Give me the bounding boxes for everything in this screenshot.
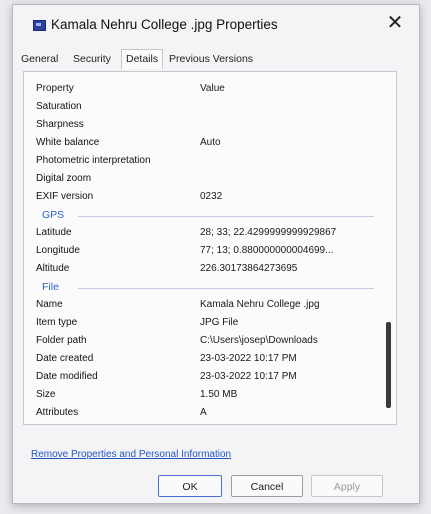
group-header-gps: GPS: [34, 206, 376, 224]
properties-dialog: Kamala Nehru College .jpg Properties ✕ G…: [12, 4, 420, 504]
property-row[interactable]: Sharpness: [34, 116, 376, 134]
group-header-file: File: [34, 278, 376, 296]
property-value: 23-03-2022 10:17 PM: [200, 353, 297, 364]
tab-bar: General Security Details Previous Versio…: [21, 49, 411, 71]
property-value: A: [200, 407, 207, 418]
property-value: Kamala Nehru College .jpg: [200, 299, 320, 310]
property-row[interactable]: Saturation: [34, 98, 376, 116]
divider: [78, 288, 374, 289]
property-value: 0232: [200, 191, 223, 202]
property-name: Saturation: [36, 101, 82, 112]
property-value: C:\Users\josep\Downloads: [200, 335, 318, 346]
property-name: Digital zoom: [36, 173, 92, 184]
tab-details[interactable]: Details: [121, 49, 164, 69]
property-value: 23-03-2022 10:17 PM: [200, 371, 297, 382]
property-row[interactable]: Name Kamala Nehru College .jpg: [34, 296, 376, 314]
property-name: Date created: [36, 353, 94, 364]
cancel-button[interactable]: Cancel: [231, 475, 303, 497]
apply-button[interactable]: Apply: [311, 475, 383, 497]
property-name: EXIF version: [36, 191, 94, 202]
details-panel: Property Value Saturation Sharpness White …: [23, 71, 397, 425]
property-name: Longitude: [36, 245, 80, 256]
remove-properties-link[interactable]: Remove Properties and Personal Informati…: [31, 449, 231, 460]
image-file-icon: [33, 20, 46, 31]
property-name: Name: [36, 299, 63, 310]
property-row[interactable]: White balance Auto: [34, 134, 376, 152]
group-label: File: [42, 281, 59, 293]
property-row[interactable]: Longitude 77; 13; 0.880000000004699...: [34, 242, 376, 260]
property-row[interactable]: Size 1.50 MB: [34, 386, 376, 404]
property-name: Photometric interpretation: [36, 155, 151, 166]
divider: [78, 216, 374, 217]
property-row[interactable]: Latitude 28; 33; 22.4299999999929867: [34, 224, 376, 242]
property-row[interactable]: Date created 23-03-2022 10:17 PM: [34, 350, 376, 368]
vertical-scrollbar[interactable]: [386, 78, 392, 420]
property-name: Item type: [36, 317, 78, 328]
property-value: 77; 13; 0.880000000004699...: [200, 245, 334, 256]
property-value: 226.30173864273695: [200, 263, 298, 274]
property-list[interactable]: Property Value Saturation Sharpness White …: [34, 80, 376, 422]
property-row[interactable]: Photometric interpretation: [34, 152, 376, 170]
tab-previous-versions[interactable]: Previous Versions: [169, 53, 253, 65]
property-row[interactable]: Item type JPG File: [34, 314, 376, 332]
property-row[interactable]: Folder path C:\Users\josep\Downloads: [34, 332, 376, 350]
property-value: Auto: [200, 137, 221, 148]
property-name: White balance: [36, 137, 100, 148]
column-header-property[interactable]: Property: [36, 83, 74, 94]
tab-security[interactable]: Security: [73, 53, 111, 65]
scrollbar-thumb[interactable]: [386, 322, 391, 408]
property-row[interactable]: Altitude 226.30173864273695: [34, 260, 376, 278]
property-value: 28; 33; 22.4299999999929867: [200, 227, 337, 238]
property-value: 1.50 MB: [200, 389, 238, 400]
property-value: JPG File: [200, 317, 239, 328]
property-name: Sharpness: [36, 119, 84, 130]
property-name: Latitude: [36, 227, 72, 238]
title-bar[interactable]: Kamala Nehru College .jpg Properties ✕: [13, 5, 419, 43]
property-row[interactable]: EXIF version 0232: [34, 188, 376, 206]
property-row[interactable]: Attributes A: [34, 404, 376, 422]
property-name: Folder path: [36, 335, 87, 346]
property-name: Size: [36, 389, 56, 400]
property-name: Altitude: [36, 263, 70, 274]
group-label: GPS: [42, 209, 65, 221]
window-title: Kamala Nehru College .jpg Properties: [51, 17, 278, 32]
property-name: Attributes: [36, 407, 79, 418]
ok-button[interactable]: OK: [158, 475, 222, 497]
property-row[interactable]: Date modified 23-03-2022 10:17 PM: [34, 368, 376, 386]
close-button[interactable]: ✕: [385, 13, 405, 33]
property-row[interactable]: Digital zoom: [34, 170, 376, 188]
property-name: Date modified: [36, 371, 98, 382]
column-header-row: Property Value: [34, 80, 376, 98]
column-header-value[interactable]: Value: [200, 83, 225, 94]
tab-general[interactable]: General: [21, 53, 58, 65]
